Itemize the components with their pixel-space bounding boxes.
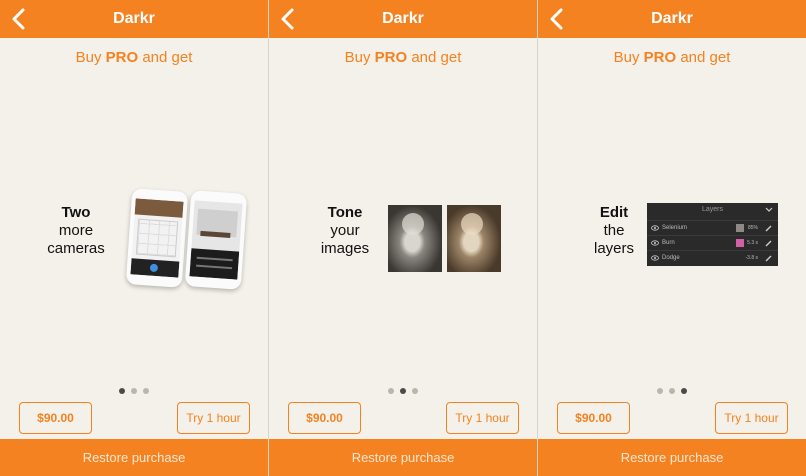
subtitle-prefix: Buy [75,49,106,66]
phone-illustration [125,188,189,288]
page-dot[interactable] [388,388,394,394]
pro-subtitle: Buy PRO and get [0,49,268,66]
page-dot[interactable] [119,388,125,394]
subtitle-prefix: Buy [613,49,644,66]
pro-subtitle: Buy PRO and get [538,49,806,66]
feature-line: more [58,222,94,239]
subtitle-pro: PRO [374,49,408,66]
phone-screen [189,200,243,280]
page-dot[interactable] [143,388,149,394]
brush-icon[interactable] [765,239,773,247]
layer-row[interactable]: Dodge -3.8 s [647,250,778,264]
layer-value: 5.3 s [747,240,758,246]
page-dot[interactable] [412,388,418,394]
paywall-carousel: Darkr Buy PRO and get Two more cameras $… [0,0,806,476]
layer-name: Burn [662,240,675,246]
brush-icon[interactable] [765,224,773,232]
feature-line: cameras [47,240,105,257]
page-dot[interactable] [657,388,663,394]
app-title: Darkr [651,10,693,27]
subtitle-prefix: Buy [344,49,375,66]
feature-caption: Two more cameras [14,204,138,258]
page-indicator [0,388,268,396]
eye-icon[interactable] [651,240,659,246]
page-indicator [538,388,806,396]
nav-bar: Darkr [269,0,537,38]
restore-purchase-button[interactable]: Restore purchase [538,439,806,476]
page-dot[interactable] [669,388,675,394]
layer-swatch [736,224,744,232]
brush-icon[interactable] [765,254,773,262]
phone-illustration [184,190,248,290]
layers-title: Layers [701,206,723,213]
subtitle-suffix: and get [407,49,462,66]
try-1-hour-button[interactable]: Try 1 hour [715,402,788,434]
eye-icon[interactable] [651,225,659,231]
nav-bar: Darkr [538,0,806,38]
nav-bar: Darkr [0,0,268,38]
layer-swatch [736,239,744,247]
subtitle-pro: PRO [643,49,677,66]
layer-value: -3.8 s [745,255,758,261]
layer-row[interactable]: Burn 5.3 s [647,235,778,249]
try-1-hour-button[interactable]: Try 1 hour [446,402,519,434]
buy-price-button[interactable]: $90.00 [557,402,630,434]
eye-icon[interactable] [651,255,659,261]
try-1-hour-button[interactable]: Try 1 hour [177,402,250,434]
layer-row[interactable]: Selenium 85% [647,220,778,234]
pro-subtitle: Buy PRO and get [269,49,537,66]
app-title: Darkr [113,10,155,27]
page-indicator [269,388,537,396]
subtitle-suffix: and get [676,49,731,66]
layer-name: Selenium [662,225,688,231]
paywall-panel-layers: Darkr Buy PRO and get Edit the layers La… [538,0,806,476]
phone-screen [130,198,184,278]
buy-price-button[interactable]: $90.00 [288,402,361,434]
toned-photo [447,205,501,272]
layer-value: 85% [747,225,758,231]
layers-panel: Layers Selenium 85% Burn 5.3 s Dodge -3.… [647,203,778,266]
layer-name: Dodge [662,255,680,261]
paywall-panel-cameras: Darkr Buy PRO and get Two more cameras $… [0,0,268,476]
page-dot[interactable] [400,388,406,394]
app-title: Darkr [382,10,424,27]
paywall-panel-tone: Darkr Buy PRO and get Tone your images $… [269,0,537,476]
restore-purchase-button[interactable]: Restore purchase [0,439,268,476]
feature-line: Two [61,204,91,221]
grayscale-photo [388,205,442,272]
subtitle-pro: PRO [105,49,139,66]
page-dot[interactable] [131,388,137,394]
restore-purchase-button[interactable]: Restore purchase [269,439,537,476]
buy-price-button[interactable]: $90.00 [19,402,92,434]
subtitle-suffix: and get [138,49,193,66]
chevron-down-icon [765,207,773,212]
page-dot[interactable] [681,388,687,394]
